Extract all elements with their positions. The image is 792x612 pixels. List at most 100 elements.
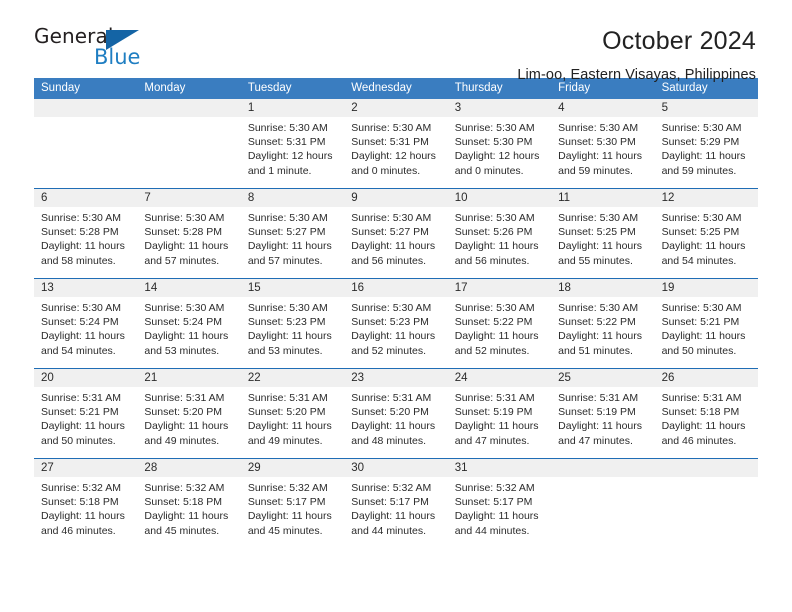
day-details: Sunrise: 5:32 AM Sunset: 5:17 PM Daylight:… bbox=[241, 477, 344, 538]
day-detail-line: Daylight: 12 hours bbox=[351, 150, 436, 163]
day-detail-line: Sunrise: 5:32 AM bbox=[41, 482, 121, 494]
day-number bbox=[137, 99, 241, 117]
day-details: Sunrise: 5:32 AM Sunset: 5:18 PM Daylight:… bbox=[137, 477, 240, 538]
day-detail-line: Sunrise: 5:30 AM bbox=[247, 122, 328, 134]
day-detail-line: and 47 minutes. bbox=[558, 434, 633, 447]
day-number: 6 bbox=[34, 189, 138, 207]
day-number: 29 bbox=[240, 459, 345, 477]
day-details: Sunrise: 5:30 AM Sunset: 5:31 PM Daylight:… bbox=[241, 117, 344, 178]
day-detail-line: Daylight: 11 hours bbox=[558, 420, 642, 433]
calendar-day-cell[interactable]: 21 Sunrise: 5:31 AM Sunset: 5:20 PM Dayligh… bbox=[137, 369, 241, 458]
generalblue-logo[interactable]: General Blue bbox=[34, 26, 154, 74]
day-detail-line: and 52 minutes. bbox=[454, 344, 530, 357]
day-number: 5 bbox=[654, 99, 758, 117]
day-number: 17 bbox=[447, 279, 552, 297]
day-details: Sunrise: 5:30 AM Sunset: 5:28 PM Daylight:… bbox=[34, 207, 137, 268]
calendar-day-cell[interactable]: 5 Sunrise: 5:30 AM Sunset: 5:29 PM Daylight… bbox=[654, 99, 758, 188]
day-detail-line: Sunset: 5:27 PM bbox=[247, 226, 326, 239]
day-detail-line: and 54 minutes. bbox=[661, 254, 737, 267]
day-detail-line: Daylight: 11 hours bbox=[454, 420, 539, 433]
calendar-day-cell[interactable]: 14 Sunrise: 5:30 AM Sunset: 5:24 PM Dayligh… bbox=[137, 279, 241, 368]
day-detail-line: Sunrise: 5:30 AM bbox=[558, 122, 639, 134]
day-number: 14 bbox=[137, 279, 241, 297]
calendar-day-cell[interactable]: 22 Sunrise: 5:31 AM Sunset: 5:20 PM Dayligh… bbox=[240, 369, 345, 458]
calendar-day-cell[interactable]: 24 Sunrise: 5:31 AM Sunset: 5:19 PM Dayligh… bbox=[447, 369, 552, 458]
calendar-day-cell[interactable]: 19 Sunrise: 5:30 AM Sunset: 5:21 PM Dayligh… bbox=[654, 279, 758, 368]
day-details: Sunrise: 5:31 AM Sunset: 5:19 PM Daylight:… bbox=[448, 387, 551, 448]
day-detail-line: Daylight: 11 hours bbox=[558, 330, 642, 343]
calendar-day-cell-empty bbox=[654, 459, 758, 548]
calendar-day-cell[interactable]: 17 Sunrise: 5:30 AM Sunset: 5:22 PM Dayligh… bbox=[447, 279, 552, 368]
calendar-day-cell[interactable]: 6 Sunrise: 5:30 AM Sunset: 5:28 PM Daylight… bbox=[34, 189, 138, 278]
day-detail-line: Sunset: 5:17 PM bbox=[351, 496, 429, 509]
calendar-day-cell[interactable]: 27 Sunrise: 5:32 AM Sunset: 5:18 PM Dayligh… bbox=[34, 459, 138, 548]
day-detail-line: Sunset: 5:23 PM bbox=[351, 316, 429, 329]
calendar-day-cell[interactable]: 28 Sunrise: 5:32 AM Sunset: 5:18 PM Dayligh… bbox=[137, 459, 241, 548]
day-number: 20 bbox=[34, 369, 138, 387]
day-detail-line: Daylight: 11 hours bbox=[351, 510, 436, 523]
calendar-day-cell[interactable]: 4 Sunrise: 5:30 AM Sunset: 5:30 PM Daylight… bbox=[551, 99, 655, 188]
day-detail-line: Sunrise: 5:30 AM bbox=[144, 212, 225, 224]
calendar-day-cell[interactable]: 12 Sunrise: 5:30 AM Sunset: 5:25 PM Dayligh… bbox=[654, 189, 758, 278]
day-details: Sunrise: 5:30 AM Sunset: 5:23 PM Daylight:… bbox=[344, 297, 447, 358]
day-details: Sunrise: 5:32 AM Sunset: 5:18 PM Daylight:… bbox=[34, 477, 137, 538]
day-detail-line: Sunset: 5:31 PM bbox=[247, 136, 326, 149]
day-number: 1 bbox=[240, 99, 345, 117]
logo-text-blue: Blue bbox=[94, 45, 141, 69]
day-detail-line: Sunrise: 5:30 AM bbox=[454, 122, 535, 134]
weekday-header-friday: Friday bbox=[558, 82, 591, 94]
calendar-day-cell[interactable]: 29 Sunrise: 5:32 AM Sunset: 5:17 PM Dayligh… bbox=[240, 459, 345, 548]
day-detail-line: Daylight: 11 hours bbox=[144, 240, 229, 253]
calendar-day-cell[interactable]: 2 Sunrise: 5:30 AM Sunset: 5:31 PM Daylight… bbox=[344, 99, 448, 188]
calendar-week-row: 20 Sunrise: 5:31 AM Sunset: 5:21 PM Dayligh… bbox=[34, 368, 758, 458]
day-number: 24 bbox=[447, 369, 552, 387]
calendar-day-cell[interactable]: 10 Sunrise: 5:30 AM Sunset: 5:26 PM Dayligh… bbox=[447, 189, 552, 278]
weekday-header-monday: Monday bbox=[144, 82, 186, 94]
day-details: Sunrise: 5:30 AM Sunset: 5:23 PM Daylight:… bbox=[241, 297, 344, 358]
day-number: 7 bbox=[137, 189, 241, 207]
calendar-day-cell[interactable]: 18 Sunrise: 5:30 AM Sunset: 5:22 PM Dayligh… bbox=[551, 279, 655, 368]
day-detail-line: and 59 minutes. bbox=[558, 164, 633, 177]
calendar-day-cell[interactable]: 20 Sunrise: 5:31 AM Sunset: 5:21 PM Dayligh… bbox=[34, 369, 138, 458]
day-detail-line: Daylight: 11 hours bbox=[558, 150, 642, 163]
calendar-day-cell[interactable]: 8 Sunrise: 5:30 AM Sunset: 5:27 PM Daylight… bbox=[240, 189, 345, 278]
day-number bbox=[551, 459, 655, 477]
day-details: Sunrise: 5:30 AM Sunset: 5:28 PM Daylight:… bbox=[137, 207, 240, 268]
calendar-week-row: 27 Sunrise: 5:32 AM Sunset: 5:18 PM Dayligh… bbox=[34, 458, 758, 548]
day-detail-line: Sunset: 5:18 PM bbox=[144, 496, 223, 509]
calendar-day-cell[interactable]: 7 Sunrise: 5:30 AM Sunset: 5:28 PM Daylight… bbox=[137, 189, 241, 278]
day-details bbox=[137, 117, 240, 121]
calendar-day-cell[interactable]: 30 Sunrise: 5:32 AM Sunset: 5:17 PM Dayligh… bbox=[344, 459, 448, 548]
calendar-day-cell[interactable]: 31 Sunrise: 5:32 AM Sunset: 5:17 PM Dayligh… bbox=[447, 459, 552, 548]
calendar-day-cell[interactable]: 9 Sunrise: 5:30 AM Sunset: 5:27 PM Daylight… bbox=[344, 189, 448, 278]
page-header: General Blue October 2024 Lim-oo, Easter… bbox=[0, 0, 792, 83]
day-details: Sunrise: 5:31 AM Sunset: 5:20 PM Daylight:… bbox=[137, 387, 240, 448]
day-detail-line: Daylight: 11 hours bbox=[144, 420, 229, 433]
calendar-grid: Sunday Monday Tuesday Wednesday Thursday Frid… bbox=[34, 78, 758, 548]
calendar-day-cell[interactable]: 1 Sunrise: 5:30 AM Sunset: 5:31 PM Daylight… bbox=[240, 99, 345, 188]
day-number: 3 bbox=[447, 99, 552, 117]
day-detail-line: and 45 minutes. bbox=[247, 524, 323, 537]
day-detail-line: Sunrise: 5:32 AM bbox=[144, 482, 225, 494]
day-detail-line: Sunset: 5:19 PM bbox=[558, 406, 636, 419]
day-detail-line: Sunrise: 5:31 AM bbox=[558, 392, 639, 404]
calendar-day-cell[interactable]: 25 Sunrise: 5:31 AM Sunset: 5:19 PM Dayligh… bbox=[551, 369, 655, 458]
day-details: Sunrise: 5:31 AM Sunset: 5:20 PM Daylight:… bbox=[344, 387, 447, 448]
header-titles: October 2024 Lim-oo, Eastern Visayas, Ph… bbox=[517, 26, 756, 85]
day-number: 25 bbox=[551, 369, 655, 387]
day-detail-line: Daylight: 11 hours bbox=[661, 240, 746, 253]
calendar-day-cell[interactable]: 16 Sunrise: 5:30 AM Sunset: 5:23 PM Dayligh… bbox=[344, 279, 448, 368]
day-details: Sunrise: 5:31 AM Sunset: 5:20 PM Daylight:… bbox=[241, 387, 344, 448]
calendar-day-cell[interactable]: 3 Sunrise: 5:30 AM Sunset: 5:30 PM Daylight… bbox=[447, 99, 552, 188]
day-number bbox=[34, 99, 138, 117]
calendar-day-cell[interactable]: 15 Sunrise: 5:30 AM Sunset: 5:23 PM Dayligh… bbox=[240, 279, 345, 368]
day-details: Sunrise: 5:32 AM Sunset: 5:17 PM Daylight:… bbox=[344, 477, 447, 538]
calendar-day-cell[interactable]: 13 Sunrise: 5:30 AM Sunset: 5:24 PM Dayligh… bbox=[34, 279, 138, 368]
day-detail-line: Sunset: 5:20 PM bbox=[247, 406, 326, 419]
calendar-day-cell[interactable]: 26 Sunrise: 5:31 AM Sunset: 5:18 PM Dayligh… bbox=[654, 369, 758, 458]
weekday-header-sunday: Sunday bbox=[41, 82, 81, 94]
calendar-day-cell[interactable]: 11 Sunrise: 5:30 AM Sunset: 5:25 PM Dayligh… bbox=[551, 189, 655, 278]
day-detail-line: Daylight: 11 hours bbox=[351, 240, 436, 253]
day-details: Sunrise: 5:30 AM Sunset: 5:24 PM Daylight:… bbox=[137, 297, 240, 358]
calendar-day-cell[interactable]: 23 Sunrise: 5:31 AM Sunset: 5:20 PM Dayligh… bbox=[344, 369, 448, 458]
